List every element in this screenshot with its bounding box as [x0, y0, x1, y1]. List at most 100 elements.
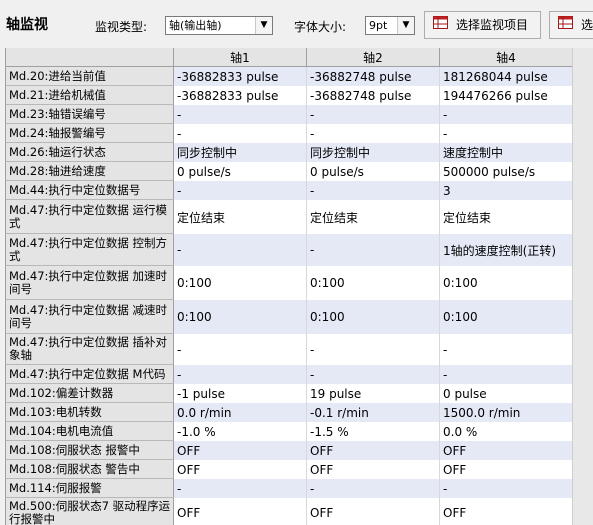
- value-cell: 0:100: [440, 300, 573, 334]
- value-cell: 1轴的速度控制(正转): [440, 234, 573, 266]
- value-cell: -: [174, 365, 307, 384]
- table-icon: [558, 12, 573, 38]
- font-size-label: 字体大小:: [294, 20, 347, 34]
- table-row[interactable]: Md.24:轴报警编号 - - -: [6, 124, 573, 143]
- toolbar: 轴监视 监视类型: 轴(输出轴) ▼ 字体大小: 9pt ▼ 选择监视项目 选: [0, 0, 593, 48]
- value-cell: 0 pulse: [440, 384, 573, 403]
- table-row[interactable]: Md.103:电机转数 0.0 r/min -0.1 r/min 1500.0 r/m…: [6, 403, 573, 422]
- value-cell: 194476266 pulse: [440, 86, 573, 105]
- value-cell: -0.1 r/min: [307, 403, 440, 422]
- table-row[interactable]: Md.47:执行中定位数据 控制方式 - -1轴的速度控制(正转): [6, 234, 573, 266]
- table-row[interactable]: Md.108:伺服状态 警告中 OFF OFF OFF: [6, 460, 573, 479]
- value-cell: -36882748 pulse: [307, 86, 440, 105]
- row-label: Md.47:执行中定位数据 加速时间号: [6, 266, 174, 300]
- value-cell: 定位结束: [440, 200, 573, 234]
- table-row[interactable]: Md.47:执行中定位数据 减速时间号 0:100 0:100 0:100: [6, 300, 573, 334]
- value-cell: 定位结束: [174, 200, 307, 234]
- table-header-row: 轴1 轴2 轴4: [6, 48, 573, 67]
- value-cell: -: [440, 334, 573, 365]
- value-cell: -: [174, 181, 307, 200]
- value-cell: 定位结束: [307, 200, 440, 234]
- value-cell: OFF: [174, 460, 307, 479]
- second-toolbar-button-label: 选: [581, 18, 593, 32]
- row-label: Md.47:执行中定位数据 控制方式: [6, 234, 174, 266]
- row-label: Md.21:进给机械值: [6, 86, 174, 105]
- table-row[interactable]: Md.47:执行中定位数据 M代码 - - -: [6, 365, 573, 384]
- value-cell: 0:100: [307, 266, 440, 300]
- chevron-down-icon[interactable]: ▼: [255, 17, 272, 34]
- table-row[interactable]: Md.20:进给当前值 -36882833 pulse -36882748 puls…: [6, 67, 573, 86]
- value-cell: -: [440, 124, 573, 143]
- value-cell: 0 pulse/s: [174, 162, 307, 181]
- table-row[interactable]: Md.104:电机电流值 -1.0 % -1.5 % 0.0 %: [6, 422, 573, 441]
- table-icon: [433, 12, 448, 38]
- row-label: Md.44:执行中定位数据号: [6, 181, 174, 200]
- value-cell: 181268044 pulse: [440, 67, 573, 86]
- font-size-value: 9pt: [369, 19, 388, 32]
- row-label: Md.47:执行中定位数据 减速时间号: [6, 300, 174, 334]
- table-row[interactable]: Md.47:执行中定位数据 加速时间号 0:100 0:100 0:100: [6, 266, 573, 300]
- value-cell: -: [174, 334, 307, 365]
- value-cell: -36882833 pulse: [174, 67, 307, 86]
- value-cell: -: [307, 234, 440, 266]
- row-label: Md.114:伺服报警: [6, 479, 174, 498]
- chevron-down-icon[interactable]: ▼: [397, 17, 414, 34]
- value-cell: 3: [440, 181, 573, 200]
- font-size-select[interactable]: 9pt ▼: [365, 16, 415, 35]
- value-cell: OFF: [440, 441, 573, 460]
- column-header[interactable]: 轴2: [307, 48, 440, 67]
- table-row[interactable]: Md.47:执行中定位数据 运行模式 定位结束 定位结束 定位结束: [6, 200, 573, 234]
- table-row[interactable]: Md.114:伺服报警 - - -: [6, 479, 573, 498]
- value-cell: 500000 pulse/s: [440, 162, 573, 181]
- value-cell: 0.0 %: [440, 422, 573, 441]
- table-row[interactable]: Md.26:轴运行状态 同步控制中 同步控制中 速度控制中: [6, 143, 573, 162]
- value-cell: -36882833 pulse: [174, 86, 307, 105]
- value-cell: -: [307, 181, 440, 200]
- monitor-type-value: 轴(输出轴): [169, 19, 222, 32]
- value-cell: 同步控制中: [174, 143, 307, 162]
- row-label: Md.500:伺服状态7 驱动程序运行报警中: [6, 498, 174, 525]
- table-row[interactable]: Md.102:偏差计数器 -1 pulse 19 pulse 0 pulse: [6, 384, 573, 403]
- value-cell: 速度控制中: [440, 143, 573, 162]
- row-label: Md.102:偏差计数器: [6, 384, 174, 403]
- table-row[interactable]: Md.108:伺服状态 报警中 OFF OFF OFF: [6, 441, 573, 460]
- value-cell: 0:100: [440, 266, 573, 300]
- row-label: Md.103:电机转数: [6, 403, 174, 422]
- value-cell: -: [307, 479, 440, 498]
- table-row[interactable]: Md.23:轴错误编号 - - -: [6, 105, 573, 124]
- table-corner-header: [6, 48, 174, 67]
- column-header[interactable]: 轴1: [174, 48, 307, 67]
- table-row[interactable]: Md.28:轴进给速度 0 pulse/s 0 pulse/s 500000 puls…: [6, 162, 573, 181]
- select-monitor-items-label: 选择监视项目: [456, 18, 529, 32]
- value-cell: OFF: [307, 441, 440, 460]
- value-cell: -: [440, 365, 573, 384]
- value-cell: 19 pulse: [307, 384, 440, 403]
- value-cell: OFF: [440, 460, 573, 479]
- row-label: Md.24:轴报警编号: [6, 124, 174, 143]
- row-label: Md.20:进给当前值: [6, 67, 174, 86]
- monitor-type-label: 监视类型:: [95, 20, 148, 34]
- row-label: Md.104:电机电流值: [6, 422, 174, 441]
- row-label: Md.108:伺服状态 报警中: [6, 441, 174, 460]
- value-cell: OFF: [307, 498, 440, 525]
- table-row[interactable]: Md.500:伺服状态7 驱动程序运行报警中 OFF OFF OFF: [6, 498, 573, 525]
- value-cell: -36882748 pulse: [307, 67, 440, 86]
- table-row[interactable]: Md.21:进给机械值 -36882833 pulse -36882748 puls…: [6, 86, 573, 105]
- row-label: Md.47:执行中定位数据 插补对象轴: [6, 334, 174, 365]
- table-row[interactable]: Md.47:执行中定位数据 插补对象轴 - - -: [6, 334, 573, 365]
- window-title: 轴监视: [6, 17, 48, 33]
- value-cell: OFF: [440, 498, 573, 525]
- table-row[interactable]: Md.44:执行中定位数据号 - -3: [6, 181, 573, 200]
- column-header[interactable]: 轴4: [440, 48, 573, 67]
- second-toolbar-button[interactable]: 选: [549, 11, 593, 39]
- vertical-scrollbar[interactable]: [572, 48, 593, 525]
- select-monitor-items-button[interactable]: 选择监视项目: [424, 11, 541, 39]
- value-cell: OFF: [174, 498, 307, 525]
- value-cell: 0.0 r/min: [174, 403, 307, 422]
- value-cell: -: [440, 105, 573, 124]
- row-label: Md.108:伺服状态 警告中: [6, 460, 174, 479]
- value-cell: -1.5 %: [307, 422, 440, 441]
- value-cell: -1.0 %: [174, 422, 307, 441]
- value-cell: 同步控制中: [307, 143, 440, 162]
- monitor-type-select[interactable]: 轴(输出轴) ▼: [165, 16, 273, 35]
